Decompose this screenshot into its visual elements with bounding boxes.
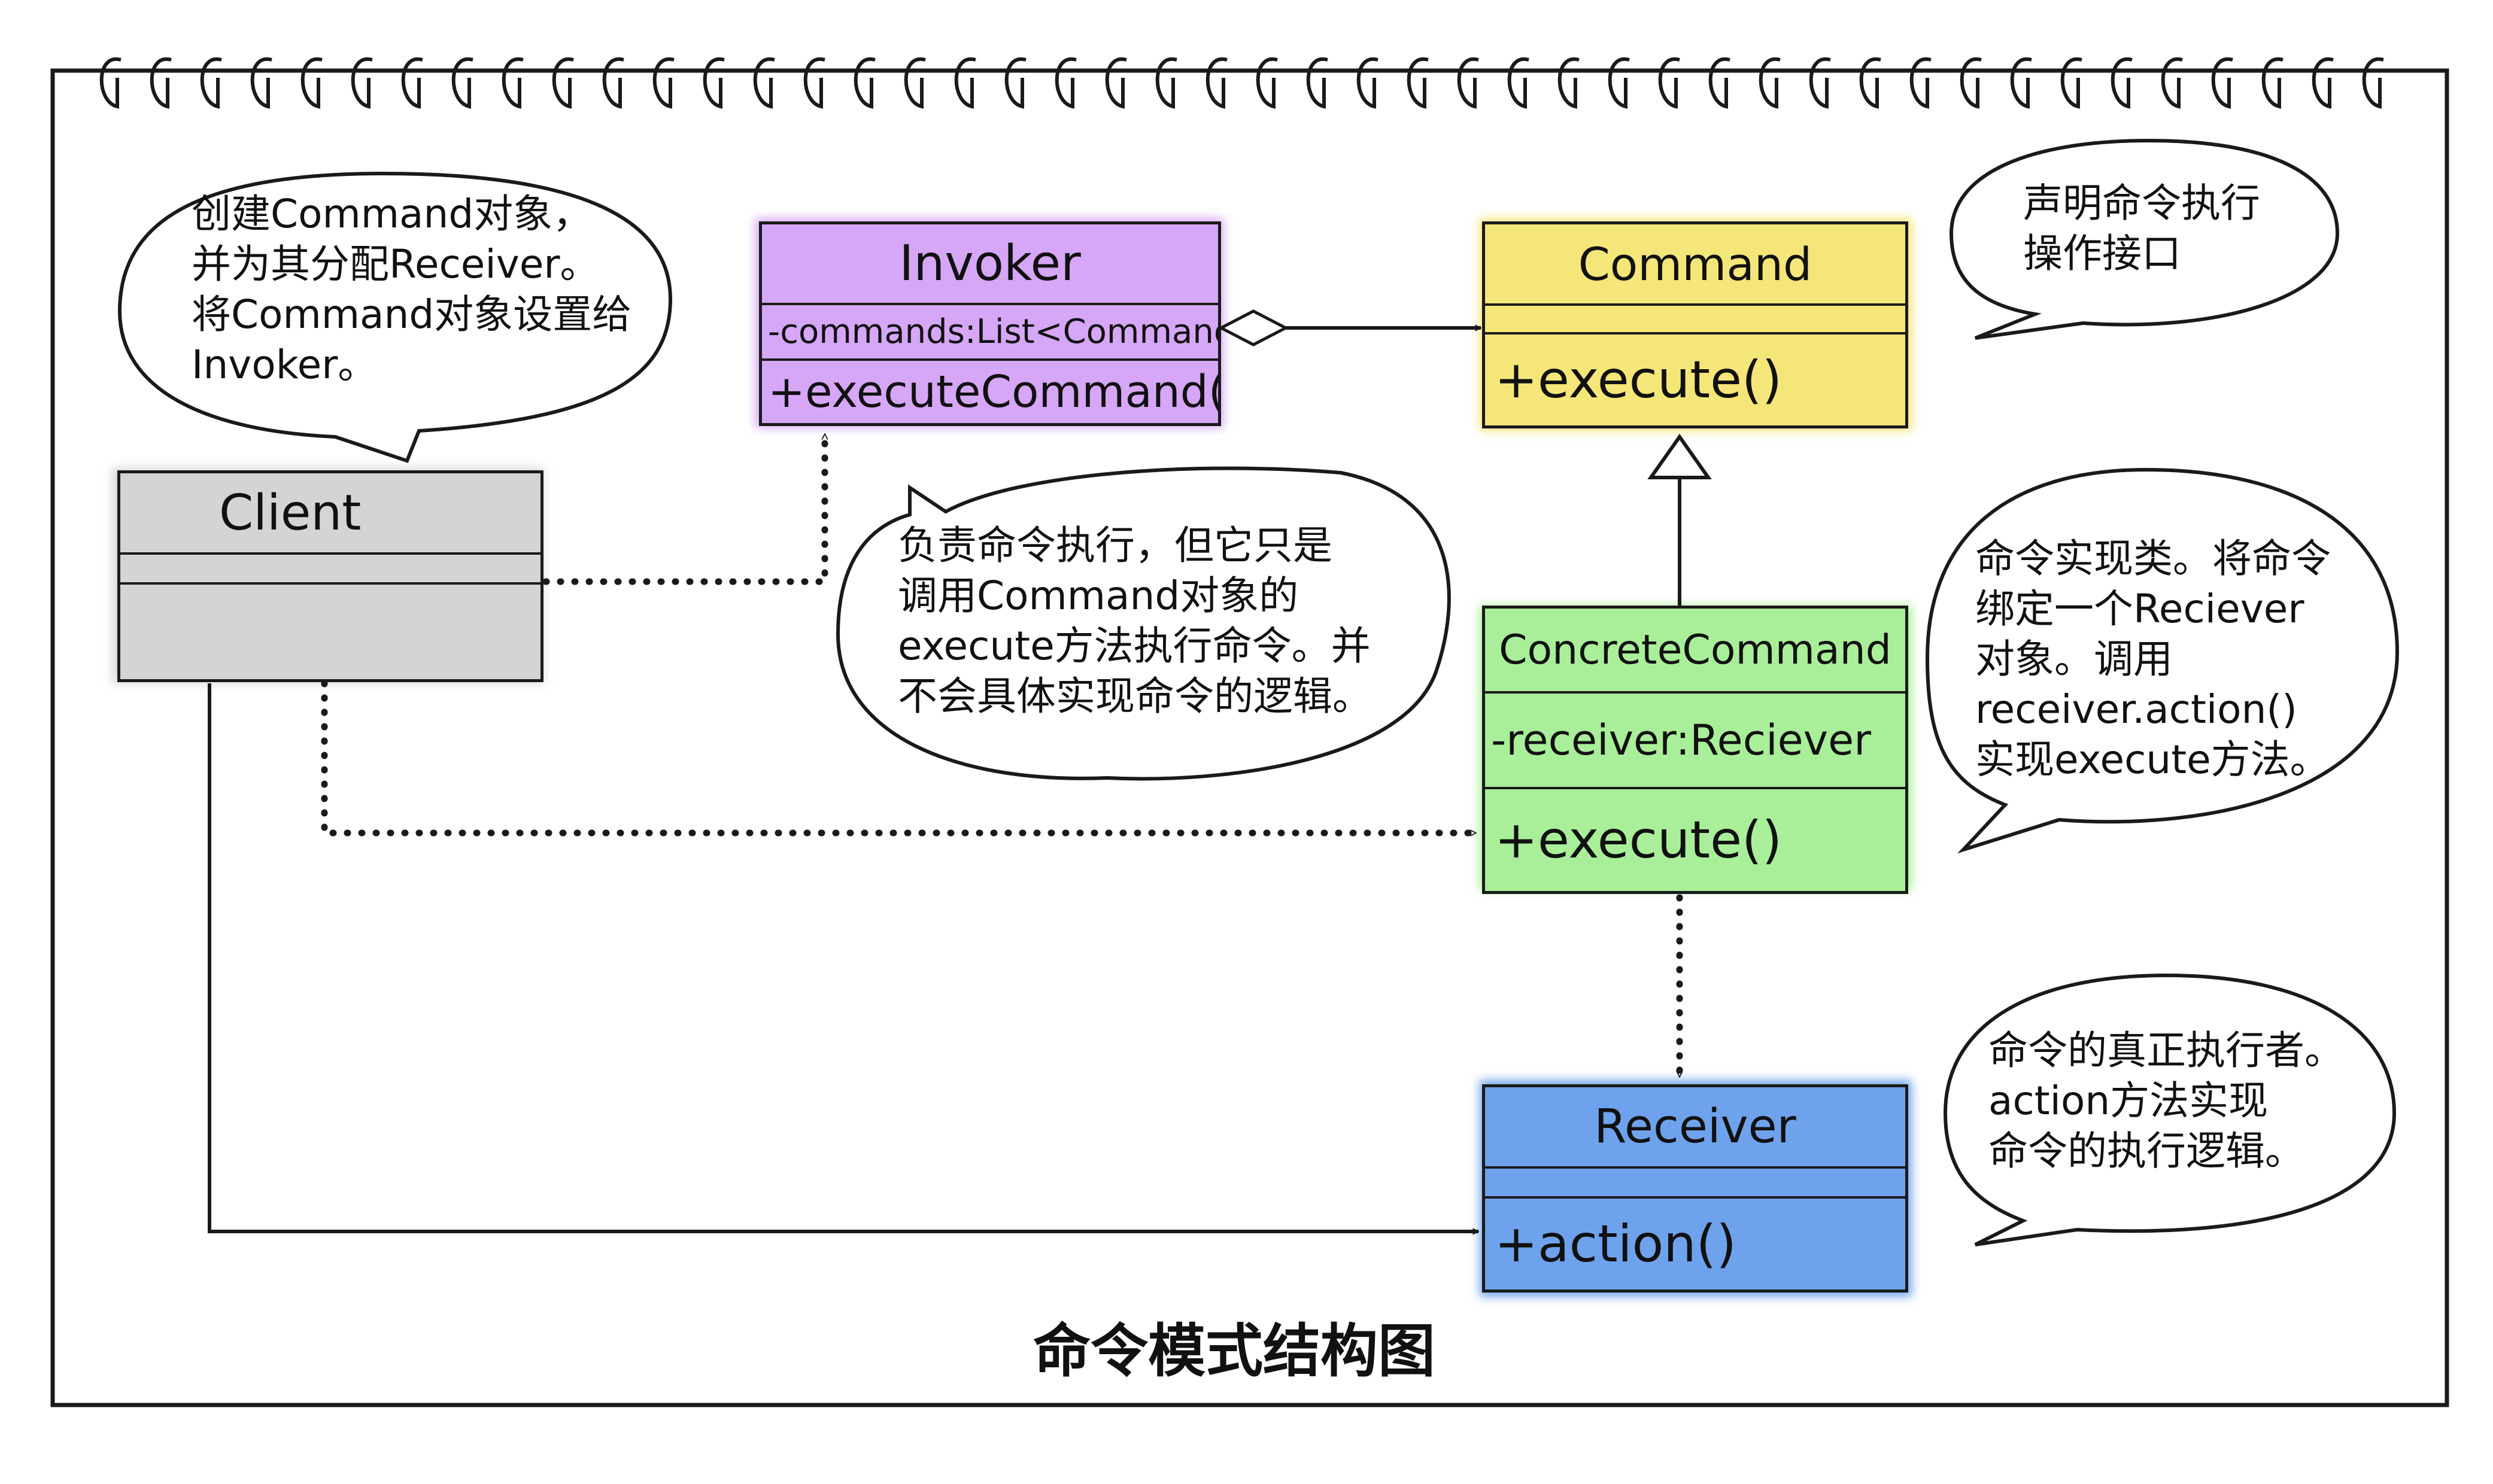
spiral-ring xyxy=(1256,57,1278,109)
spiral-ring xyxy=(1507,57,1529,109)
spiral-ring xyxy=(1608,57,1630,109)
spiral-ring xyxy=(2010,57,2032,109)
spiral-ring xyxy=(2060,57,2082,109)
invoker-class-attributes: -commands:List<Command> xyxy=(762,305,1218,361)
concrete-command-class: ConcreteCommand -receiver:Reciever +exec… xyxy=(1482,606,1908,894)
spiral-ring xyxy=(2362,57,2384,109)
spiral-ring xyxy=(150,57,172,109)
receiver-class-name: Receiver xyxy=(1485,1087,1905,1169)
spiral-ring xyxy=(1859,57,1881,109)
invoker-class: Invoker -commands:List<Command> +execute… xyxy=(759,221,1221,426)
invoker-note-text: 负责命令执行，但它只是 调用Command对象的 execute方法执行命令。并… xyxy=(898,522,1372,719)
spiral-ring xyxy=(1658,57,1680,109)
receiver-class-attributes xyxy=(1485,1169,1905,1199)
spiral-ring xyxy=(2161,57,2183,109)
concrete-command-class-name: ConcreteCommand xyxy=(1485,609,1905,694)
receiver-note-text: 命令的真正执行者。 action方法实现 命令的执行逻辑。 xyxy=(1988,1027,2344,1174)
spiral-ring xyxy=(250,57,272,109)
spiral-ring xyxy=(2312,57,2334,109)
dependency-client-invoker xyxy=(542,430,825,585)
spiral-ring xyxy=(401,57,423,109)
client-class-name: Client xyxy=(120,473,540,555)
spiral-ring xyxy=(99,57,122,109)
receiver-class-methods: +action() xyxy=(1495,1214,1736,1274)
spiral-ring xyxy=(552,57,574,109)
spiral-ring xyxy=(351,57,373,109)
spiral-ring xyxy=(1557,57,1580,109)
diagram-title: 命令模式结构图 xyxy=(1033,1318,1435,1385)
spiral-ring xyxy=(1759,57,1781,109)
spiral-ring xyxy=(854,57,876,109)
receiver-class: Receiver +action() xyxy=(1482,1084,1908,1293)
spiral-ring xyxy=(904,57,926,109)
spiral-ring xyxy=(1105,57,1127,109)
spiral-ring xyxy=(1960,57,1982,109)
spiral-ring xyxy=(652,57,675,109)
command-class-attributes xyxy=(1485,306,1905,334)
concrete-note-text: 命令实现类。将命令 绑定一个Reciever 对象。调用 receiver.ac… xyxy=(1975,536,2331,783)
spiral-ring xyxy=(954,57,976,109)
spiral-ring xyxy=(502,57,524,109)
spiral-ring xyxy=(1909,57,1932,109)
client-class-methods xyxy=(120,585,540,679)
spiral-ring xyxy=(1457,57,1479,109)
spiral-ring xyxy=(200,57,222,109)
command-class-name: Command xyxy=(1485,224,1905,306)
spiral-ring xyxy=(300,57,323,109)
spiral-ring xyxy=(451,57,473,109)
spiral-ring xyxy=(1055,57,1077,109)
spiral-ring xyxy=(703,57,725,109)
realization-concrete-command xyxy=(1647,433,1712,606)
spiral-ring xyxy=(2261,57,2284,109)
concrete-command-class-methods: +execute() xyxy=(1495,810,1783,870)
spiral-ring xyxy=(803,57,825,109)
spiral-ring xyxy=(1004,57,1027,109)
spiral-ring xyxy=(1306,57,1328,109)
spiral-ring xyxy=(602,57,624,109)
client-note-text: 创建Command对象， 并为其分配Receiver。 将Command对象设置… xyxy=(192,191,632,388)
spiral-ring xyxy=(1708,57,1730,109)
spiral-ring xyxy=(753,57,775,109)
diagram-canvas: Client Invoker -commands:List<Command> +… xyxy=(0,0,2493,1484)
spiral-ring xyxy=(2111,57,2133,109)
invoker-class-name: Invoker xyxy=(762,224,1218,305)
spiral-ring xyxy=(1407,57,1429,109)
spiral-ring xyxy=(2211,57,2233,109)
client-class: Client xyxy=(117,470,543,682)
invoker-class-methods: +executeCommand() xyxy=(768,366,1218,418)
command-class-methods: +execute() xyxy=(1495,350,1783,410)
command-note-text: 声明命令执行 操作接口 xyxy=(2023,180,2260,276)
spiral-ring xyxy=(1809,57,1831,109)
spiral-rings xyxy=(99,57,2384,109)
spiral-ring xyxy=(1205,57,1228,109)
spiral-ring xyxy=(1155,57,1177,109)
concrete-command-class-attributes: -receiver:Reciever xyxy=(1485,694,1905,789)
spiral-ring xyxy=(1356,57,1378,109)
command-class: Command +execute() xyxy=(1482,221,1908,428)
client-class-attributes xyxy=(120,555,540,585)
aggregation-invoker-command xyxy=(1217,309,1481,346)
